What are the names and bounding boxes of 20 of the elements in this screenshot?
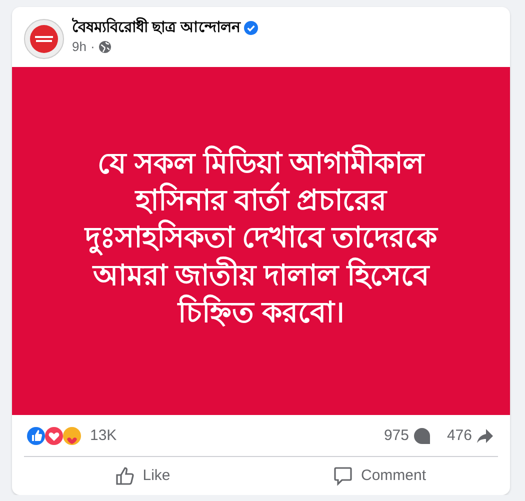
share-arrow-icon bbox=[476, 427, 494, 446]
share-count[interactable]: 476 bbox=[446, 425, 472, 448]
like-button[interactable]: Like bbox=[24, 456, 261, 495]
reaction-count[interactable]: 13K bbox=[90, 425, 117, 448]
author-name[interactable]: বৈষম্যবিরোধী ছাত্র আন্দোলন bbox=[72, 19, 240, 37]
globe-icon[interactable] bbox=[98, 40, 111, 53]
comment-bubble-icon bbox=[412, 427, 431, 446]
comment-icon bbox=[332, 466, 353, 486]
reaction-icons[interactable] bbox=[26, 426, 82, 446]
comment-button[interactable]: Comment bbox=[261, 456, 498, 495]
comment-count[interactable]: 975 bbox=[384, 425, 409, 448]
image-text-line: যে সকল মিডিয়া আগামীকাল bbox=[97, 146, 425, 184]
image-text-line: আমরা জাতীয় দালাল হিসেবে bbox=[92, 258, 430, 295]
image-text-line: চিহ্নিত করবো। bbox=[178, 294, 344, 331]
image-text-line: হাসিনার বার্তা প্রচারের bbox=[135, 183, 387, 220]
post-time[interactable]: 9h bbox=[72, 37, 86, 56]
thumbs-up-icon bbox=[114, 466, 135, 486]
image-text-line: দুঃসাহসিকতা দেখাবে তাদেরকে bbox=[84, 220, 438, 258]
avatar-logo-icon[interactable] bbox=[24, 19, 64, 59]
separator-dot: · bbox=[90, 38, 95, 56]
